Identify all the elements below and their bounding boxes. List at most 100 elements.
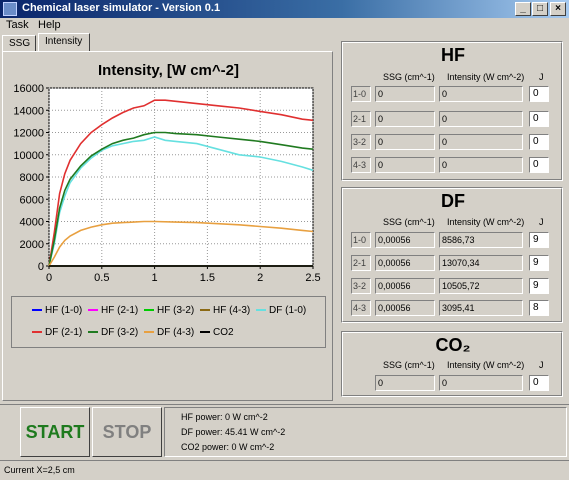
hf-ssg-field: 0 — [375, 111, 435, 127]
hf-j-input[interactable]: 0 — [529, 111, 549, 127]
x-tick-label: 1 — [152, 272, 158, 284]
df-power-text: DF power: 45.41 W cm^-2 — [181, 427, 286, 437]
x-tick-label: 0.5 — [94, 272, 109, 284]
df-header-j: J — [539, 217, 544, 227]
hf-j-input[interactable]: 0 — [529, 134, 549, 150]
legend-label: DF (4-3) — [157, 327, 195, 338]
legend-item: HF (3-2) — [144, 305, 194, 316]
y-tick-label: 4000 — [20, 217, 44, 229]
co2-ssg-field: 0 — [375, 375, 435, 391]
df-intensity-field: 13070,34 — [439, 255, 523, 271]
y-tick-label: 14000 — [13, 105, 44, 117]
chart-title: Intensity, [W cm^-2] — [98, 62, 239, 79]
legend-label: CO2 — [213, 327, 234, 338]
legend-swatch — [32, 309, 42, 312]
minimize-button[interactable]: _ — [515, 2, 531, 16]
x-tick-label: 2 — [257, 272, 263, 284]
df-ssg-field: 0,00056 — [375, 300, 435, 316]
power-readout: HF power: 0 W cm^-2 DF power: 45.41 W cm… — [164, 407, 567, 457]
control-bar: START STOP HF power: 0 W cm^-2 DF power:… — [0, 404, 569, 458]
legend-item: DF (3-2) — [88, 327, 138, 338]
results-panel: HF SSG (cm^-1) Intensity (W cm^-2) J 1-0… — [335, 37, 567, 402]
legend-swatch — [88, 331, 98, 334]
hf-ssg-field: 0 — [375, 86, 435, 102]
intensity-chart: 0 2000 4000 6000 8000 10000 12000 14000 16000 0 0.… — [13, 83, 320, 284]
hf-group-inner: HF SSG (cm^-1) Intensity (W cm^-2) J 1-0… — [342, 42, 562, 180]
x-tick-label: 0 — [46, 272, 52, 284]
hf-row-label: 2-1 — [351, 111, 371, 127]
hf-j-input[interactable]: 0 — [529, 86, 549, 102]
df-header-intensity: Intensity (W cm^-2) — [447, 217, 525, 227]
legend-item: HF (1-0) — [32, 305, 82, 316]
hf-j-input[interactable]: 0 — [529, 157, 549, 173]
legend-item: CO2 — [200, 327, 234, 338]
hf-ssg-field: 0 — [375, 134, 435, 150]
co2-group: CO₂ SSG (cm^-1) Intensity (W cm^-2) J 0 … — [341, 331, 563, 397]
tab-intensity[interactable]: Intensity — [38, 33, 90, 52]
hf-header-ssg: SSG (cm^-1) — [383, 72, 435, 82]
legend-swatch — [88, 309, 98, 312]
hf-group: HF SSG (cm^-1) Intensity (W cm^-2) J 1-0… — [341, 41, 563, 181]
df-title: DF — [441, 191, 465, 211]
menu-help[interactable]: Help — [38, 19, 61, 31]
df-j-input[interactable]: 9 — [529, 255, 549, 271]
legend-item: HF (2-1) — [88, 305, 138, 316]
hf-intensity-field: 0 — [439, 86, 523, 102]
y-tick-label: 8000 — [20, 172, 44, 184]
df-row-label: 2-1 — [351, 255, 371, 271]
legend-label: HF (4-3) — [213, 305, 251, 316]
df-intensity-field: 3095,41 — [439, 300, 523, 316]
hf-header-j: J — [539, 72, 544, 82]
hf-row-label: 1-0 — [351, 86, 371, 102]
df-j-input[interactable]: 8 — [529, 300, 549, 316]
legend-item: DF (2-1) — [32, 327, 82, 338]
co2-header-ssg: SSG (cm^-1) — [383, 360, 435, 370]
legend-item: DF (4-3) — [144, 327, 194, 338]
df-row-label: 4-3 — [351, 300, 371, 316]
hf-header-intensity: Intensity (W cm^-2) — [447, 72, 525, 82]
tab-ssg[interactable]: SSG — [2, 35, 36, 52]
hf-intensity-field: 0 — [439, 111, 523, 127]
hf-row-label: 4-3 — [351, 157, 371, 173]
legend-label: DF (2-1) — [45, 327, 83, 338]
co2-power-text: CO2 power: 0 W cm^-2 — [181, 442, 275, 452]
window-title: Chemical laser simulator - Version 0.1 — [22, 2, 221, 14]
co2-group-inner: CO₂ SSG (cm^-1) Intensity (W cm^-2) J 0 … — [342, 332, 562, 396]
df-ssg-field: 0,00056 — [375, 232, 435, 248]
y-tick-label: 6000 — [20, 194, 44, 206]
df-j-input[interactable]: 9 — [529, 232, 549, 248]
co2-header-intensity: Intensity (W cm^-2) — [447, 360, 525, 370]
start-button[interactable]: START — [20, 407, 90, 457]
co2-title: CO₂ — [435, 335, 471, 355]
df-j-input[interactable]: 9 — [529, 278, 549, 294]
legend-swatch — [144, 331, 154, 334]
y-tick-label: 10000 — [13, 150, 44, 162]
legend-label: DF (1-0) — [269, 305, 307, 316]
maximize-button[interactable]: □ — [532, 2, 548, 16]
co2-header-j: J — [539, 360, 544, 370]
chart-panel: Intensity, [W cm^-2] 0 2000 4000 6000 8000 10… — [2, 51, 333, 401]
df-group-inner: DF SSG (cm^-1) Intensity (W cm^-2) J 1-0… — [342, 188, 562, 322]
df-ssg-field: 0,00056 — [375, 278, 435, 294]
legend-label: HF (2-1) — [101, 305, 139, 316]
legend-item: DF (1-0) — [256, 305, 306, 316]
hf-power-text: HF power: 0 W cm^-2 — [181, 412, 268, 422]
menu-task[interactable]: Task — [6, 19, 29, 31]
close-button[interactable]: × — [550, 2, 566, 16]
legend-swatch — [32, 331, 42, 334]
status-bar: Current X=2,5 cm — [0, 460, 569, 480]
df-header-ssg: SSG (cm^-1) — [383, 217, 435, 227]
chart-legend: HF (1-0) HF (2-1) HF (3-2) HF (4-3) DF (… — [11, 296, 326, 348]
x-tick-label: 2.5 — [305, 272, 320, 284]
legend-swatch — [256, 309, 266, 312]
co2-j-input[interactable]: 0 — [529, 375, 549, 391]
y-tick-label: 16000 — [13, 83, 44, 95]
legend-swatch — [200, 309, 210, 312]
hf-row-label: 3-2 — [351, 134, 371, 150]
stop-button[interactable]: STOP — [92, 407, 162, 457]
legend-swatch — [144, 309, 154, 312]
legend-label: HF (1-0) — [45, 305, 83, 316]
legend-label: DF (3-2) — [101, 327, 139, 338]
y-tick-label: 12000 — [13, 128, 44, 140]
df-row-label: 3-2 — [351, 278, 371, 294]
